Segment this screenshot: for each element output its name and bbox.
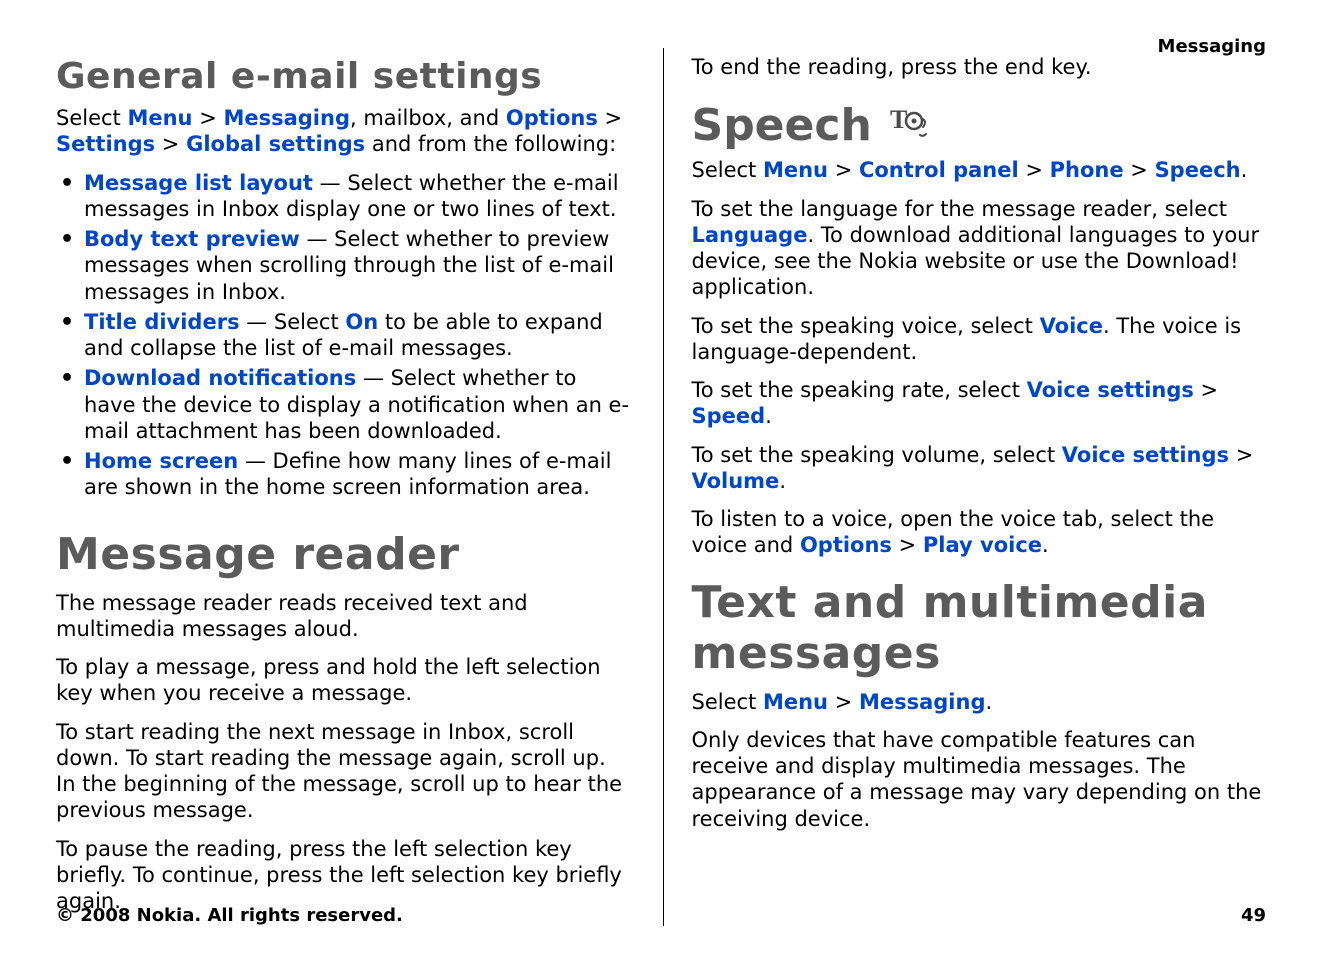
running-head: Messaging <box>1158 36 1266 57</box>
speech-volume-paragraph: To set the speaking volume, select Voice… <box>692 442 1267 495</box>
chevron: > <box>828 158 859 182</box>
speech-language-paragraph: To set the language for the message read… <box>692 196 1267 301</box>
chevron: > <box>828 690 859 714</box>
setting-title-dividers: Title dividers <box>84 310 240 334</box>
heading-message-reader: Message reader <box>56 529 631 580</box>
text: . <box>986 690 993 714</box>
settings-list: Message list layout — Select whether the… <box>56 170 631 501</box>
value-on: On <box>345 310 378 334</box>
heading-speech: Speech T <box>692 100 1267 151</box>
option-language: Language <box>692 223 808 247</box>
speech-listen-paragraph: To listen to a voice, open the voice tab… <box>692 506 1267 559</box>
heading-general-email-settings: General e-mail settings <box>56 56 631 97</box>
speech-nav: Select Menu > Control panel > Phone > Sp… <box>692 157 1267 183</box>
text: . <box>765 404 772 428</box>
chevron: > <box>1229 443 1253 467</box>
option-voice-settings: Voice settings <box>1027 378 1194 402</box>
text: and from the following: <box>365 132 616 156</box>
content-columns: General e-mail settings Select Menu > Me… <box>56 48 1266 926</box>
chevron: > <box>892 533 923 557</box>
list-item: Title dividers — Select On to be able to… <box>56 309 631 362</box>
page: Messaging General e-mail settings Select… <box>0 0 1322 954</box>
nav-menu: Menu <box>763 690 828 714</box>
setting-body-text-preview: Body text preview <box>84 227 300 251</box>
text: Select <box>692 690 763 714</box>
textmm-nav: Select Menu > Messaging. <box>692 689 1267 715</box>
option-voice: Voice <box>1040 314 1103 338</box>
page-number: 49 <box>1241 905 1266 926</box>
text: To set the language for the message read… <box>692 197 1227 221</box>
list-item: Home screen — Define how many lines of e… <box>56 448 631 501</box>
list-item: Body text preview — Select whether to pr… <box>56 226 631 305</box>
speech-icon: T <box>890 106 930 144</box>
list-item: Message list layout — Select whether the… <box>56 170 631 223</box>
chevron: > <box>1194 378 1218 402</box>
page-footer: © 2008 Nokia. All rights reserved. 49 <box>56 905 1266 926</box>
list-item: Download notifications — Select whether … <box>56 365 631 444</box>
chevron: > <box>598 106 622 130</box>
text: . <box>1042 533 1049 557</box>
textmm-paragraph: Only devices that have compatible featur… <box>692 727 1267 832</box>
option-volume: Volume <box>692 469 780 493</box>
option-speed: Speed <box>692 404 766 428</box>
option-voice-settings: Voice settings <box>1062 443 1229 467</box>
reader-paragraph: The message reader reads received text a… <box>56 590 631 643</box>
heading-text-and-multimedia: Text and multimedia messages <box>692 577 1267 679</box>
text: , mailbox, and <box>350 106 506 130</box>
chevron: > <box>193 106 224 130</box>
copyright: © 2008 Nokia. All rights reserved. <box>56 905 403 926</box>
text: Select <box>56 106 127 130</box>
reader-paragraph: To pause the reading, press the left sel… <box>56 836 631 915</box>
heading-speech-text: Speech <box>692 100 872 151</box>
speech-voice-paragraph: To set the speaking voice, select Voice.… <box>692 313 1267 366</box>
nav-global-settings: Global settings <box>186 132 365 156</box>
nav-options: Options <box>800 533 892 557</box>
setting-home-screen: Home screen <box>84 449 238 473</box>
text: Select <box>692 158 763 182</box>
svg-text:T: T <box>890 106 907 134</box>
nav-control-panel: Control panel <box>859 158 1019 182</box>
text: To set the speaking voice, select <box>692 314 1040 338</box>
setting-message-list-layout: Message list layout <box>84 171 313 195</box>
chevron: > <box>155 132 186 156</box>
general-intro: Select Menu > Messaging, mailbox, and Op… <box>56 105 631 158</box>
text: . <box>779 469 786 493</box>
nav-speech: Speech <box>1155 158 1241 182</box>
nav-messaging: Messaging <box>223 106 350 130</box>
reader-end-paragraph: To end the reading, press the end key. <box>692 54 1267 80</box>
nav-menu: Menu <box>763 158 828 182</box>
chevron: > <box>1019 158 1050 182</box>
nav-phone: Phone <box>1050 158 1124 182</box>
nav-options: Options <box>506 106 598 130</box>
text: — Select <box>240 310 346 334</box>
speech-rate-paragraph: To set the speaking rate, select Voice s… <box>692 377 1267 430</box>
nav-settings: Settings <box>56 132 155 156</box>
reader-paragraph: To play a message, press and hold the le… <box>56 654 631 707</box>
option-play-voice: Play voice <box>923 533 1042 557</box>
text: To set the speaking rate, select <box>692 378 1027 402</box>
reader-paragraph: To start reading the next message in Inb… <box>56 719 631 824</box>
nav-menu: Menu <box>127 106 192 130</box>
chevron: > <box>1124 158 1155 182</box>
right-column: To end the reading, press the end key. S… <box>663 48 1267 926</box>
left-column: General e-mail settings Select Menu > Me… <box>56 48 631 926</box>
setting-download-notifications: Download notifications <box>84 366 356 390</box>
text: To set the speaking volume, select <box>692 443 1062 467</box>
nav-messaging: Messaging <box>859 690 986 714</box>
text: . <box>1241 158 1248 182</box>
